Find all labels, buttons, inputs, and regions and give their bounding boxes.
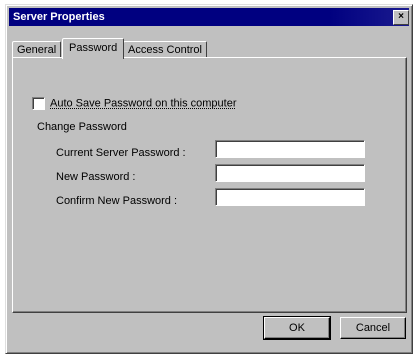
current-server-password-label: Current Server Password : xyxy=(56,147,186,159)
password-tab-panel: Auto Save Password on this computer Chan… xyxy=(12,57,407,313)
confirm-new-password-field[interactable] xyxy=(215,188,365,206)
auto-save-password-row[interactable]: Auto Save Password on this computer xyxy=(32,97,236,110)
auto-save-password-label[interactable]: Auto Save Password on this computer xyxy=(50,98,236,110)
ok-button[interactable]: OK xyxy=(263,316,331,340)
tab-general[interactable]: General xyxy=(12,41,62,58)
auto-save-password-checkbox[interactable] xyxy=(32,97,45,110)
title-bar[interactable]: Server Properties × xyxy=(9,8,409,26)
new-password-field[interactable] xyxy=(215,164,365,182)
tab-password[interactable]: Password xyxy=(62,38,125,59)
close-icon[interactable]: × xyxy=(393,10,409,25)
current-server-password-field[interactable] xyxy=(215,140,365,158)
change-password-group-label: Change Password xyxy=(37,121,127,133)
window-title: Server Properties xyxy=(13,11,105,23)
server-properties-dialog: Server Properties × General Password Acc… xyxy=(5,4,413,354)
cancel-button[interactable]: Cancel xyxy=(340,317,406,339)
tab-access-control[interactable]: Access Control xyxy=(123,41,207,58)
confirm-new-password-label: Confirm New Password : xyxy=(56,195,178,207)
new-password-label: New Password : xyxy=(56,171,136,183)
